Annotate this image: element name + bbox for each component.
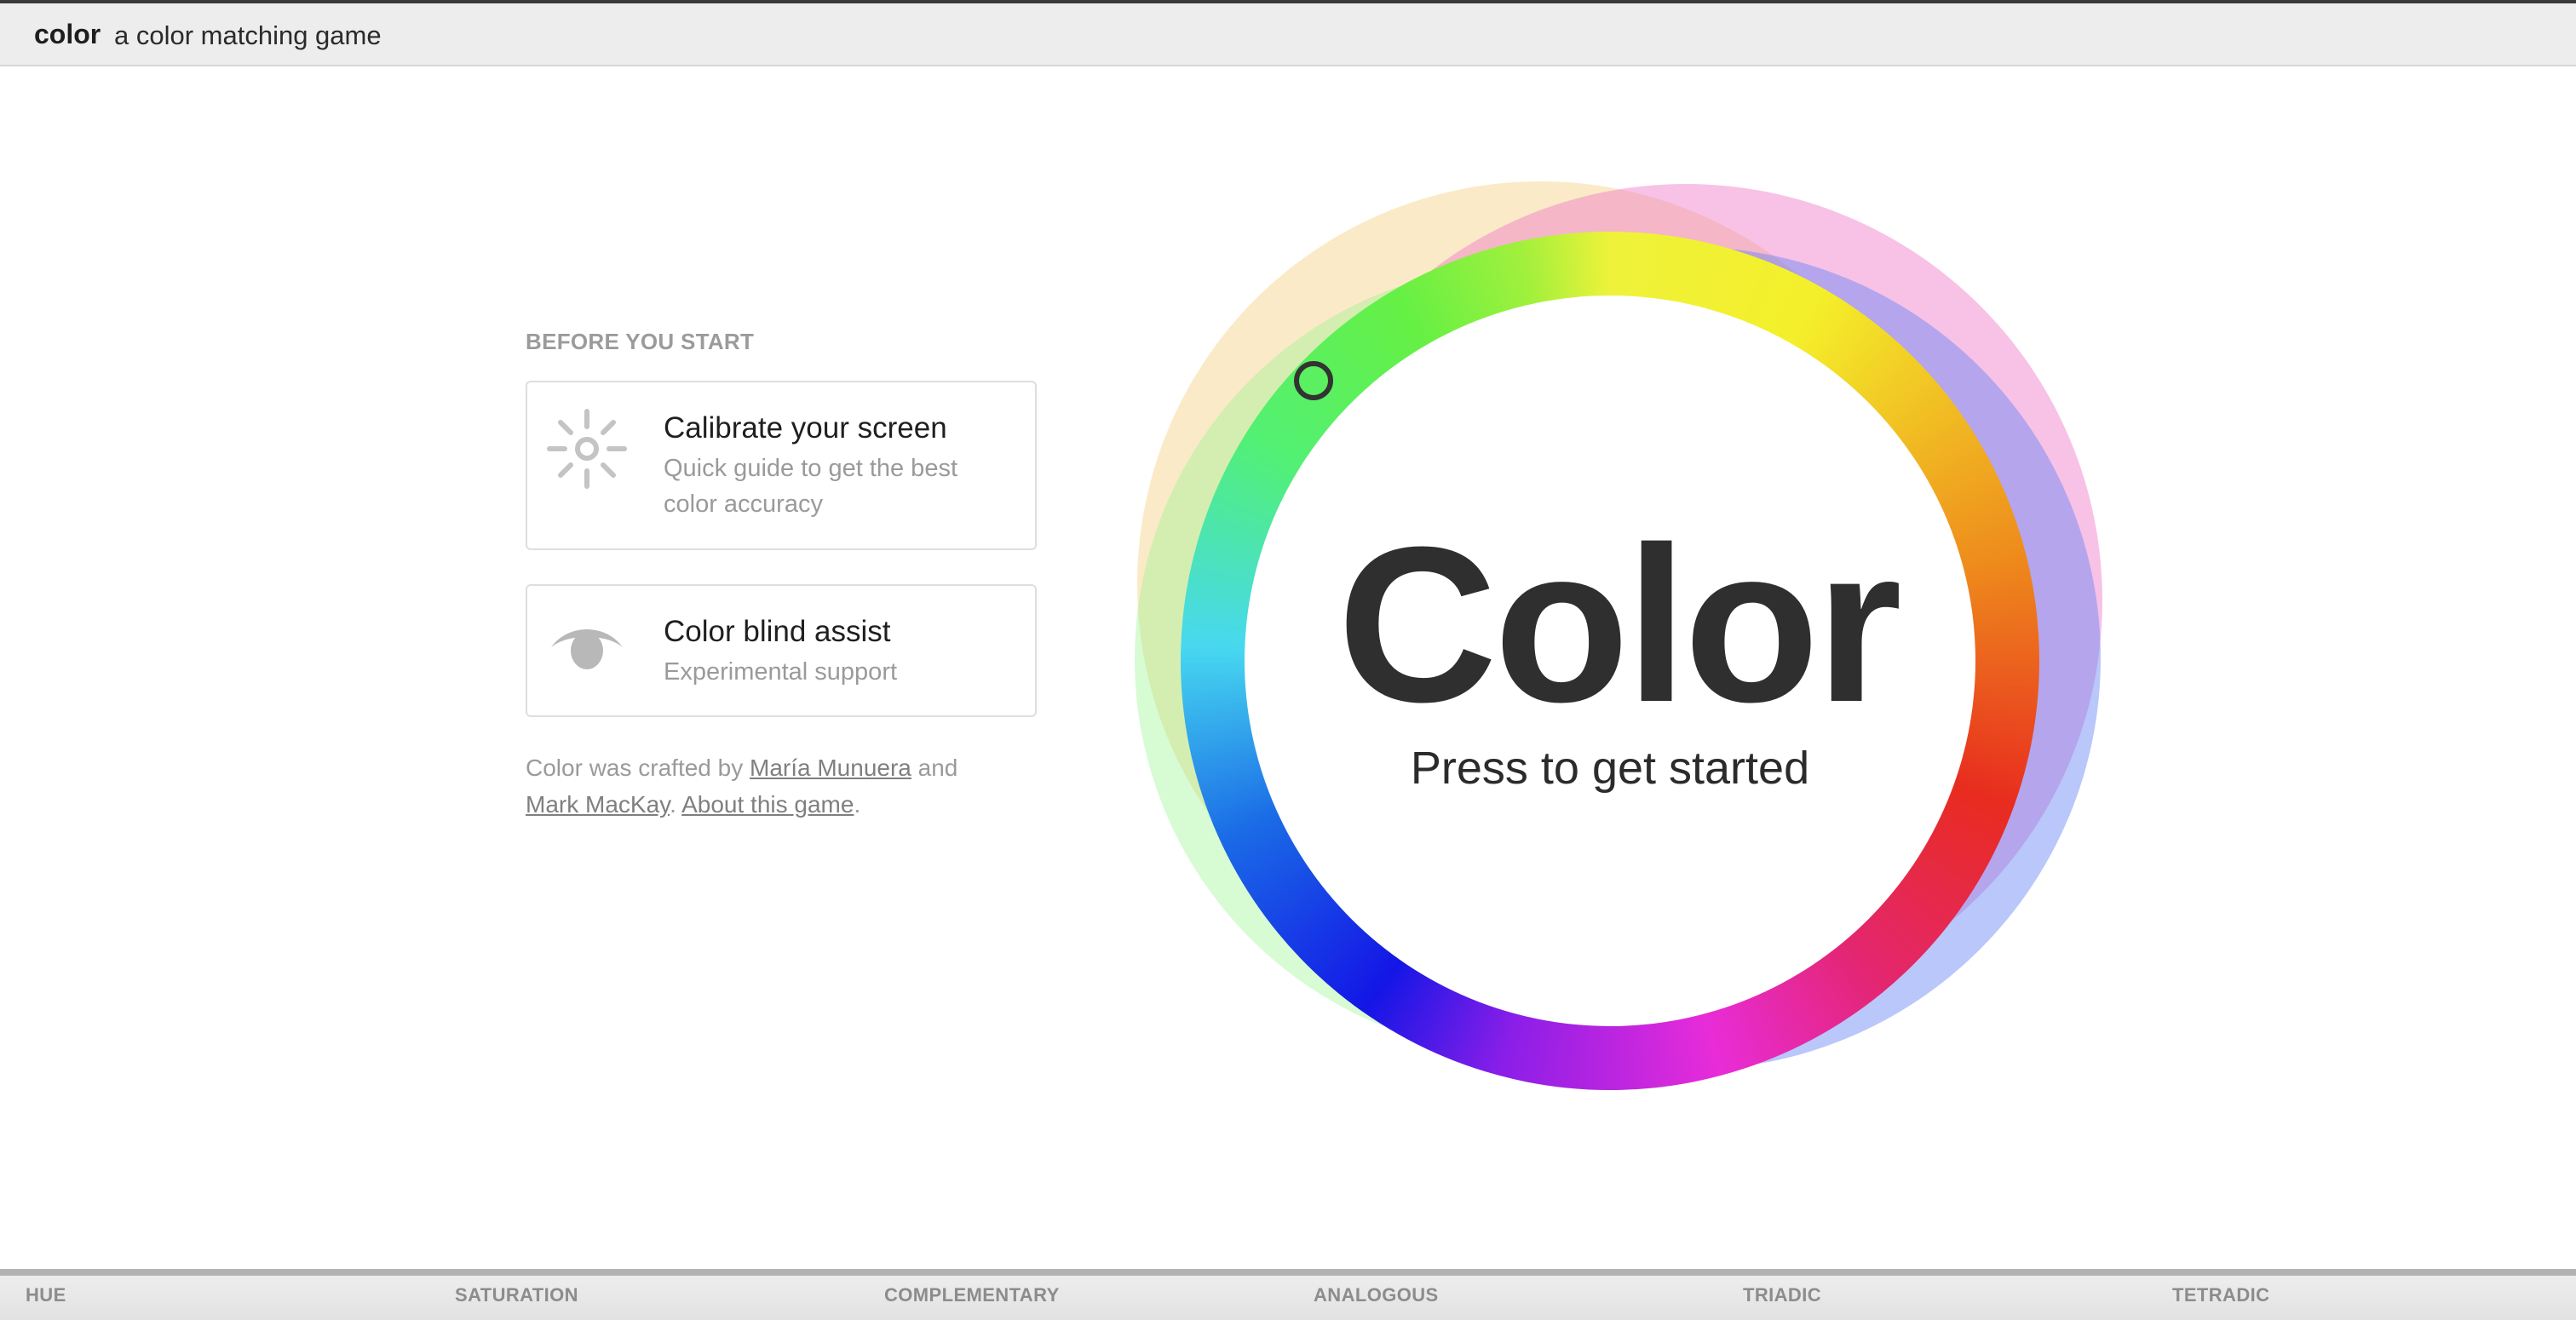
before-you-start-heading: BEFORE YOU START xyxy=(526,329,755,354)
nav-item-complementary[interactable]: COMPLEMENTARY xyxy=(884,1284,1060,1306)
color-blind-card-title: Color blind assist xyxy=(664,615,891,648)
app-tagline: a color matching game xyxy=(114,20,382,50)
credits-separator: . xyxy=(670,791,682,818)
nav-item-hue[interactable]: HUE xyxy=(26,1284,66,1306)
sun-brightness-icon xyxy=(547,409,627,489)
game-mode-nav: HUE SATURATION COMPLEMENTARY ANALOGOUS T… xyxy=(0,1269,2576,1320)
nav-item-triadic[interactable]: TRIADIC xyxy=(1743,1284,1821,1306)
game-title: Color xyxy=(1337,502,1902,749)
color-blind-card-description: Experimental support xyxy=(664,658,898,686)
eye-icon xyxy=(551,629,623,669)
nav-item-analogous[interactable]: ANALOGOUS xyxy=(1314,1284,1439,1306)
about-this-game-link[interactable]: About this game xyxy=(681,791,854,818)
credits-suffix: . xyxy=(854,791,861,818)
nav-item-saturation[interactable]: SATURATION xyxy=(455,1284,578,1306)
calibrate-card-title: Calibrate your screen xyxy=(664,411,947,445)
calibrate-screen-card[interactable]: Calibrate your screen Quick guide to get… xyxy=(526,381,1037,550)
app-header: color a color matching game xyxy=(0,0,2576,66)
nav-item-tetradic[interactable]: TETRADIC xyxy=(2172,1284,2269,1306)
credits-text: Color was crafted by María Munuera and M… xyxy=(526,749,1054,823)
author-link-mark-mackay[interactable]: Mark MacKay xyxy=(526,791,670,818)
hue-selector-handle[interactable] xyxy=(1294,361,1333,400)
credits-joiner: and xyxy=(911,755,958,781)
credits-prefix: Color was crafted by xyxy=(526,755,750,781)
start-game-color-wheel[interactable]: Color Press to get started xyxy=(1124,170,2104,1150)
calibrate-card-description: Quick guide to get the best color accura… xyxy=(664,455,957,518)
color-blind-assist-card[interactable]: Color blind assist Experimental support xyxy=(526,584,1037,717)
author-link-maria-munuera[interactable]: María Munuera xyxy=(750,755,911,781)
app-brand[interactable]: color xyxy=(34,19,101,50)
start-prompt: Press to get started xyxy=(1410,743,1810,794)
